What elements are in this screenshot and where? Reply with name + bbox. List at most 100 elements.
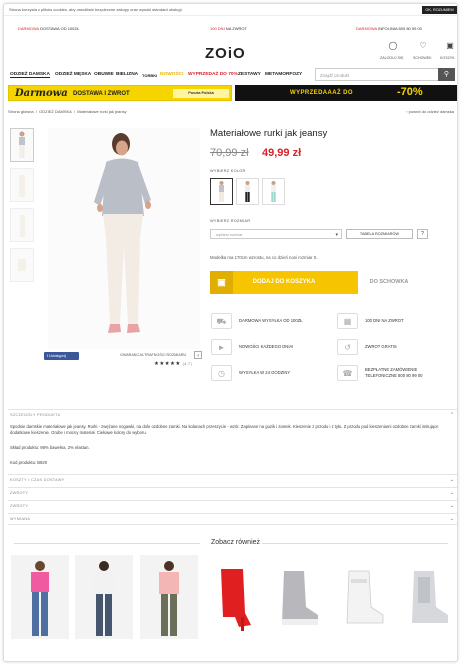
product-description-line-2: dodatkowe kieszenie. Grube i mocny mater… [10,430,147,435]
size-select[interactable]: wybierz rozmiar ▾ [210,229,342,239]
chevron-down-icon: ⌄ [449,490,454,496]
product-main-image[interactable] [48,128,200,349]
nav-item-torbki[interactable]: TORBKI [142,73,157,78]
breadcrumb-home[interactable]: Strona główna [8,109,34,114]
nav-item-odziez-damska[interactable]: ODZIEŻ DAMSKA [10,72,50,78]
size-help-button[interactable]: ? [417,229,428,239]
thumbnail-2[interactable] [10,168,34,202]
feature-24h: WYSYŁKA W 24 GODZINY [239,370,291,375]
breadcrumb: Strona główna / ODZIEŻ DAMSKA / Materiał… [8,109,127,114]
color-swatch-mint[interactable] [262,178,285,205]
calendar-icon: ▦ [337,313,358,329]
cart-icon: ▣ [210,271,233,294]
size-select-value: wybierz rozmiar [216,232,243,237]
nav-item-wyprzedaz[interactable]: WYPRZEDAŻ DO 70% [188,72,238,77]
search-input[interactable]: Znajdź produkt [315,68,439,81]
feature-100-days: 100 DNI NA ZWROT [365,318,404,323]
accordion-title: SZCZEGÓŁY PRODUKTU [10,413,61,417]
back-link[interactable]: ‹ powrót do odzież damska [406,109,454,114]
sale-banner-percent: -70% [397,86,423,98]
cart-label[interactable]: KOSZYK [440,56,455,60]
accordion-delivery[interactable]: KOSZTY I CZAS DOSTAWY ⌄ [8,474,457,486]
divider [262,543,448,544]
add-to-wishlist-button[interactable]: DO SCHOWKA [361,271,417,294]
breadcrumb-separator: / [73,109,75,114]
login-icon[interactable]: ◯ [384,41,402,50]
recommended-product-3[interactable] [140,555,198,639]
nav-item-metamorfozy[interactable]: METAMORFOZY [265,72,302,77]
chevron-up-icon: ⌃ [449,412,454,418]
product-code: Kod produktu: B920 [10,460,48,465]
sale-banner[interactable]: WYPRZEDAAAŻ DO -70% [235,85,457,101]
model-note: Modelka ma 170cm wzrostu, na co dzień no… [210,255,318,260]
truck-icon: ⛟ [211,313,232,329]
megaphone-icon: ► [211,339,232,355]
cookie-accept-button[interactable]: OK, ROZUMIEM [422,6,457,14]
size-guarantee-info-icon[interactable]: ? [194,351,202,359]
poczta-polska-logo: Poczta Polska [173,89,229,98]
search-icon: ⚲ [443,71,450,78]
wishlist-label[interactable]: SCHOWEK [413,56,432,60]
thumbnail-4[interactable] [10,248,34,282]
color-label: WYBIERZ KOLOR [210,169,246,173]
recommendations-title: Zobacz również [211,539,261,546]
nav-item-obuwie[interactable]: OBUWIE [94,72,114,77]
heart-icon[interactable]: ♡ [414,41,432,50]
breadcrumb-current: Materiałowe rurki jak jeansy [77,109,127,114]
chevron-down-icon: ▾ [335,231,338,238]
login-label[interactable]: ZALOGUJ SIĘ [380,56,403,60]
facebook-share-label: Udostępnij [49,354,66,358]
old-price: 70,99 zł [210,147,249,159]
accordion-returns[interactable]: ZWROTY ⌄ [8,487,457,499]
accordion-title: ZWROTY [10,491,29,495]
feature-new-daily: NOWOŚCI KAŻDEGO DNIA! [239,344,294,349]
site-logo[interactable]: ZOiO [205,45,246,62]
main-nav: ODZIEŻ DAMSKA ODZIEŻ MĘSKA OBUWIE BIELIZ… [8,68,314,82]
promo-free-delivery: DARMOWA DOSTAWA OD 100ZŁ [18,26,80,31]
bag-icon[interactable]: ▣ [441,41,457,50]
product-title: Materiałowe rurki jak jeansy [210,128,328,139]
promo-hotline: DARMOWA INFOLINIA 800 80 99 00 [356,26,422,31]
recommended-product-6[interactable] [335,555,393,639]
recommended-product-1[interactable] [11,555,69,639]
nav-item-bielizna[interactable]: BIELIZNA [116,72,138,77]
accordion-exchange[interactable]: WYMIANA ⌄ [8,513,457,525]
product-composition: Skład produktu: 98% bawełna, 2% elastan. [10,445,90,450]
size-guarantee: GWARANCJA TRAFNOŚCI ROZMIARU [120,353,187,357]
accordion-returns-2[interactable]: ZWROTY ⌄ [8,500,457,512]
rating-count: (4.7) [182,362,193,366]
feature-free-return: ZWROT GRATIS [365,344,397,349]
thumbnail-3[interactable] [10,208,34,242]
facebook-share-button[interactable]: f Udostępnij [44,352,79,360]
size-table-button[interactable]: TABELA ROZMIARÓW [346,229,413,239]
recommended-product-4[interactable] [205,555,263,639]
breadcrumb-category[interactable]: ODZIEŻ DAMSKA [39,109,71,114]
current-price: 49,99 zł [262,147,302,159]
chevron-down-icon: ⌄ [449,503,454,509]
chevron-down-icon: ⌄ [449,477,454,483]
free-delivery-banner[interactable]: Darmowa DOSTAWA I ZWROT Poczta Polska [8,85,232,101]
recommended-product-2[interactable] [75,555,133,639]
nav-item-zestawy[interactable]: ZESTAWY [238,72,261,77]
color-swatch-light[interactable] [210,178,233,205]
recommended-product-5[interactable] [270,555,328,639]
nav-item-nowosci[interactable]: NOWOŚCI [160,72,183,77]
clock-icon: ◷ [211,365,232,381]
thumbnail-1[interactable] [10,128,34,162]
size-label: WYBIERZ ROZMIAR [210,219,251,223]
cookie-bar: Strona korzysta z plików cookies, aby um… [4,4,457,16]
color-swatch-black[interactable] [236,178,259,205]
add-to-cart-button[interactable]: ▣ DODAJ DO KOSZYKA [210,271,358,294]
add-to-cart-label: DODAJ DO KOSZYKA [252,279,316,285]
accordion-title: WYMIANA [10,517,31,521]
recommended-product-7[interactable] [400,555,457,639]
accordion-product-details[interactable]: SZCZEGÓŁY PRODUKTU ⌃ [8,409,457,420]
accordion-title: ZWROTY [10,504,29,508]
chevron-down-icon: ⌄ [449,516,454,522]
search-placeholder: Znajdź produkt [320,72,350,78]
nav-item-odziez-meska[interactable]: ODZIEŻ MĘSKA [55,72,91,77]
feature-phone-number: TELEFONICZNE 800 80 99 00 [365,373,423,378]
facebook-icon: f [47,354,48,358]
phone-icon: ☎ [337,365,358,381]
search-button[interactable]: ⚲ [438,68,455,81]
